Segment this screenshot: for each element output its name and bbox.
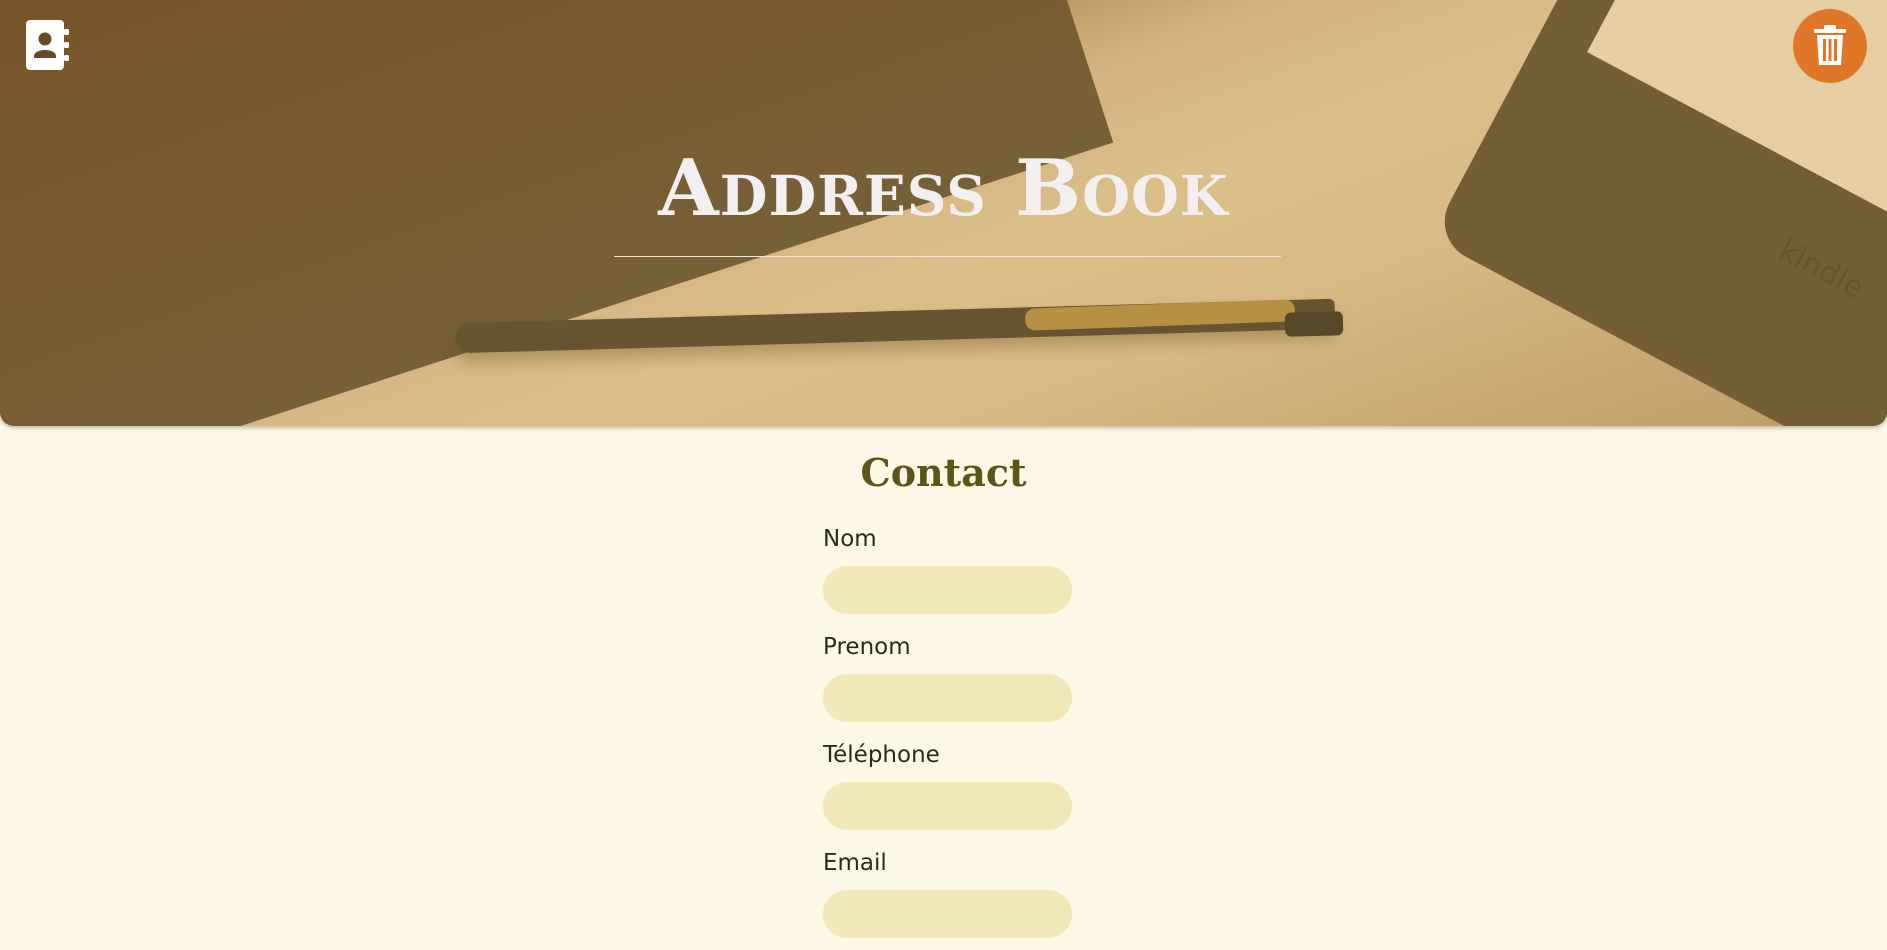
- form-title: Contact: [860, 450, 1027, 495]
- page-title: Address Book: [658, 143, 1229, 234]
- telephone-label: Téléphone: [823, 742, 940, 768]
- prenom-label: Prenom: [823, 634, 911, 660]
- address-book-icon[interactable]: [26, 20, 70, 70]
- nom-input[interactable]: [823, 566, 1072, 614]
- email-input[interactable]: [823, 890, 1072, 938]
- nom-label: Nom: [823, 526, 877, 552]
- trash-icon: [1812, 24, 1848, 69]
- prenom-input[interactable]: [823, 674, 1072, 722]
- hero-banner: kindle Address Book: [0, 0, 1887, 426]
- delete-button[interactable]: [1793, 9, 1867, 83]
- title-divider: [614, 256, 1281, 257]
- email-label: Email: [823, 850, 887, 876]
- telephone-input[interactable]: [823, 782, 1072, 830]
